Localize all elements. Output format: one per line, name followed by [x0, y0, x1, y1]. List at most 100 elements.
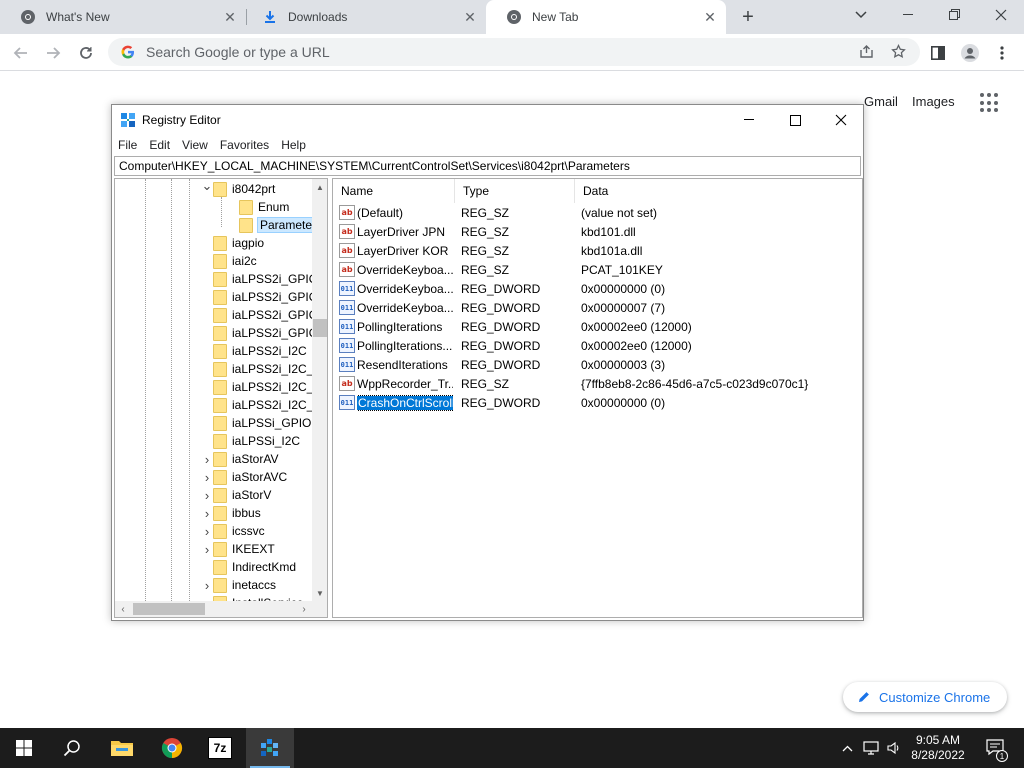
- scroll-right-arrow-icon[interactable]: ›: [296, 601, 312, 617]
- registry-value-row[interactable]: 011 PollingIterations REG_DWORD 0x00002ee0 …: [333, 317, 862, 336]
- registry-value-row[interactable]: ab WppRecorder_Tr... REG_SZ {7ffb8eb8-2c86-…: [333, 374, 862, 393]
- column-header-data[interactable]: Data: [575, 179, 862, 203]
- tree-node[interactable]: › icssvc: [201, 522, 265, 540]
- registry-value-row[interactable]: 011 OverrideKeyboa... REG_DWORD 0x00000000 …: [333, 279, 862, 298]
- google-apps-icon[interactable]: [980, 93, 1000, 113]
- expand-chevron-icon[interactable]: ›: [201, 522, 213, 540]
- file-explorer-button[interactable]: [98, 728, 146, 768]
- tree-node[interactable]: › ibbus: [201, 504, 261, 522]
- tree-node[interactable]: › IKEEXT: [201, 540, 275, 558]
- expand-chevron-icon[interactable]: ›: [201, 450, 213, 468]
- tree-node[interactable]: iaLPSSi_GPIO: [201, 414, 311, 432]
- tab-downloads[interactable]: Downloads ✕: [242, 0, 486, 34]
- menu-view[interactable]: View: [176, 138, 214, 152]
- customize-chrome-button[interactable]: Customize Chrome: [843, 682, 1007, 712]
- expand-chevron-icon[interactable]: ›: [201, 540, 213, 558]
- taskbar-search-button[interactable]: [48, 728, 96, 768]
- show-hidden-icons-chevron-icon[interactable]: [838, 728, 856, 768]
- tree-node[interactable]: › iaStorV: [201, 486, 271, 504]
- expand-chevron-icon[interactable]: ›: [201, 576, 213, 594]
- scrollbar-thumb[interactable]: [133, 603, 205, 615]
- tree-node[interactable]: iaLPSS2i_GPIO: [201, 324, 318, 342]
- registry-value-row[interactable]: ab (Default) REG_SZ (value not set): [333, 203, 862, 222]
- side-panel-icon[interactable]: [928, 43, 948, 63]
- expand-chevron-icon[interactable]: ›: [201, 486, 213, 504]
- registry-value-row[interactable]: 011 CrashOnCtrlScroll REG_DWORD 0x00000000 …: [333, 393, 862, 412]
- share-icon[interactable]: [854, 39, 878, 63]
- registry-value-row[interactable]: ab LayerDriver JPN REG_SZ kbd101.dll: [333, 222, 862, 241]
- volume-icon[interactable]: [884, 728, 904, 768]
- tree-node[interactable]: › iaStorAV: [201, 450, 278, 468]
- scroll-left-arrow-icon[interactable]: ‹: [115, 601, 131, 617]
- omnibox-input[interactable]: [146, 44, 920, 60]
- tree-node[interactable]: Parameters: [227, 216, 326, 234]
- registry-value-row[interactable]: ab LayerDriver KOR REG_SZ kbd101a.dll: [333, 241, 862, 260]
- expand-chevron-icon[interactable]: ›: [201, 468, 213, 486]
- 7zip-taskbar-button[interactable]: 7z: [196, 728, 244, 768]
- close-tab-icon[interactable]: ✕: [462, 9, 478, 25]
- registry-value-row[interactable]: 011 OverrideKeyboa... REG_DWORD 0x00000007 …: [333, 298, 862, 317]
- close-tab-icon[interactable]: ✕: [222, 9, 238, 25]
- restore-button[interactable]: [932, 0, 978, 30]
- tab-whats-new[interactable]: What's New ✕: [0, 0, 246, 34]
- forward-button[interactable]: [40, 40, 66, 66]
- minimize-button[interactable]: [886, 0, 932, 30]
- tree-node[interactable]: Enum: [227, 198, 289, 216]
- profile-avatar-icon[interactable]: [960, 43, 980, 63]
- menu-file[interactable]: File: [112, 138, 143, 152]
- tab-new-tab[interactable]: New Tab ✕: [486, 0, 726, 34]
- tree-node[interactable]: iaLPSS2i_GPIO: [201, 288, 318, 306]
- regedit-maximize-button[interactable]: [772, 105, 818, 135]
- registry-value-row[interactable]: 011 ResendIterations REG_DWORD 0x00000003 (…: [333, 355, 862, 374]
- menu-help[interactable]: Help: [275, 138, 312, 152]
- chrome-menu-icon[interactable]: [992, 43, 1012, 63]
- start-button[interactable]: [0, 728, 48, 768]
- scroll-down-arrow-icon[interactable]: ▼: [312, 585, 327, 601]
- tree-node[interactable]: iaLPSS2i_I2C_C: [201, 378, 322, 396]
- images-link[interactable]: Images: [912, 94, 955, 109]
- tree-node[interactable]: iaLPSS2i_I2C_E: [201, 360, 321, 378]
- bookmark-star-icon[interactable]: [886, 39, 910, 63]
- collapse-chevron-icon[interactable]: ⌄: [201, 179, 213, 195]
- tab-search-icon[interactable]: [838, 0, 884, 30]
- system-clock[interactable]: 9:05 AM 8/28/2022: [906, 733, 970, 763]
- registry-value-row[interactable]: 011 PollingIterations... REG_DWORD 0x00002e…: [333, 336, 862, 355]
- tree-node[interactable]: iaLPSS2i_GPIO: [201, 306, 318, 324]
- tree-pane[interactable]: ⌄ i8042prt Enum Parameters iagpio iai2c iaLPSS…: [114, 178, 328, 618]
- tree-node[interactable]: iaLPSSi_I2C: [201, 432, 300, 450]
- tree-node[interactable]: › iaStorAVC: [201, 468, 287, 486]
- tree-node[interactable]: IndirectKmd: [201, 558, 296, 576]
- notification-center-button[interactable]: 1: [978, 728, 1014, 768]
- chrome-taskbar-button[interactable]: [148, 728, 196, 768]
- tree-node[interactable]: iaLPSS2i_I2C_C: [201, 396, 322, 414]
- tree-node[interactable]: ⌄ i8042prt: [201, 179, 275, 198]
- scroll-up-arrow-icon[interactable]: ▲: [312, 179, 327, 195]
- close-window-button[interactable]: [978, 0, 1024, 30]
- close-tab-icon[interactable]: ✕: [702, 9, 718, 25]
- registry-editor-taskbar-button[interactable]: [246, 728, 294, 768]
- values-list-pane[interactable]: Name Type Data ab (Default) REG_SZ (value n…: [332, 178, 863, 618]
- tree-node[interactable]: iagpio: [201, 234, 264, 252]
- menu-edit[interactable]: Edit: [143, 138, 176, 152]
- menu-favorites[interactable]: Favorites: [214, 138, 275, 152]
- reload-button[interactable]: [73, 40, 99, 66]
- registry-value-row[interactable]: ab OverrideKeyboa... REG_SZ PCAT_101KEY: [333, 260, 862, 279]
- new-tab-button[interactable]: +: [736, 5, 760, 29]
- tree-horizontal-scrollbar[interactable]: ‹ ›: [115, 601, 312, 617]
- network-icon[interactable]: [860, 728, 882, 768]
- scrollbar-thumb[interactable]: [313, 319, 327, 337]
- regedit-close-button[interactable]: [818, 105, 864, 135]
- back-button[interactable]: [8, 40, 34, 66]
- expand-chevron-icon[interactable]: ›: [201, 504, 213, 522]
- tree-vertical-scrollbar[interactable]: ▲ ▼: [312, 179, 327, 601]
- column-header-type[interactable]: Type: [455, 179, 575, 203]
- column-header-name[interactable]: Name: [333, 179, 455, 203]
- omnibox[interactable]: [108, 38, 920, 66]
- address-bar[interactable]: Computer\HKEY_LOCAL_MACHINE\SYSTEM\Curre…: [114, 156, 861, 176]
- tree-node[interactable]: iai2c: [201, 252, 257, 270]
- tree-node[interactable]: iaLPSS2i_GPIO: [201, 270, 318, 288]
- tree-node[interactable]: iaLPSS2i_I2C: [201, 342, 307, 360]
- gmail-link[interactable]: Gmail: [864, 94, 898, 109]
- regedit-minimize-button[interactable]: [726, 105, 772, 135]
- tree-node[interactable]: › inetaccs: [201, 576, 276, 594]
